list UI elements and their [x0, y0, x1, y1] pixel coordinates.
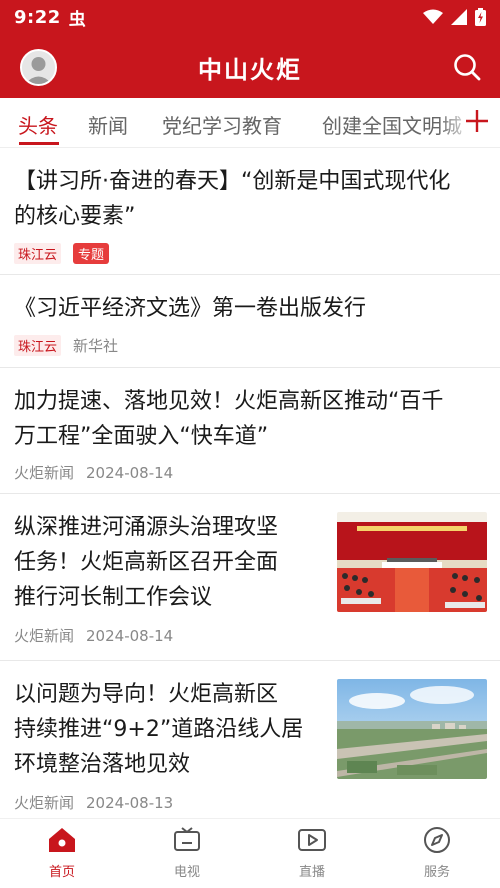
article-title: 以问题为导向！火炬高新区 持续推进“9+2”道路沿线人居 环境整治落地见效: [14, 677, 303, 782]
status-icons: [423, 8, 486, 26]
source-tag: 珠江云: [14, 243, 62, 264]
nav-label: 首页: [48, 865, 75, 880]
article-title-line: 【讲习所·奋进的春天】“创新是中国式现代化: [14, 169, 451, 194]
article-title-line: 以问题为导向！火炬高新区: [14, 682, 279, 707]
article-meta: 火炬新闻 2024-08-13: [14, 792, 173, 813]
channel-tabs: 头条 新闻 党纪学习教育 创建全国文明城: [0, 98, 500, 148]
nav-label: 服务: [423, 865, 450, 880]
article-title-line: 加力提速、落地见效！火炬高新区推动“百千: [14, 389, 444, 414]
aerial-road-photo[interactable]: [337, 679, 487, 779]
article-meta: 珠江云 新华社: [14, 335, 118, 356]
article-source: 火炬新闻: [14, 627, 75, 645]
battery-icon: [475, 8, 486, 26]
article-title: 《习近平经济文选》第一卷出版发行: [14, 291, 366, 326]
article-meta: 火炬新闻 2024-08-14: [14, 462, 173, 483]
article-title-line: 推行河长制工作会议: [14, 585, 213, 610]
article-title: 加力提速、落地见效！火炬高新区推动“百千 万工程”全面驶入“快车道”: [14, 384, 443, 454]
nav-label: 直播: [298, 865, 325, 880]
list-item[interactable]: 加力提速、落地见效！火炬高新区推动“百千 万工程”全面驶入“快车道” 火炬新闻 …: [0, 368, 500, 494]
conference-hall-photo[interactable]: [337, 512, 487, 612]
article-title: 【讲习所·奋进的春天】“创新是中国式现代化 的核心要素”: [14, 164, 450, 234]
tab-party-education[interactable]: 党纪学习教育: [162, 110, 282, 139]
list-item[interactable]: 以问题为导向！火炬高新区 持续推进“9+2”道路沿线人居 环境整治落地见效 火炬…: [0, 661, 500, 828]
nav-tv[interactable]: 电视: [147, 825, 227, 880]
article-title-line: 持续推进“9+2”道路沿线人居: [14, 717, 304, 742]
special-badge: 专题: [73, 243, 110, 264]
article-meta: 火炬新闻 2024-08-14: [14, 625, 173, 646]
nav-label: 电视: [173, 865, 200, 880]
article-title-line: 纵深推进河涌源头治理攻坚: [14, 515, 279, 540]
article-title-line: 万工程”全面驶入“快车道”: [14, 424, 269, 449]
nav-live[interactable]: 直播: [272, 825, 352, 880]
live-video-icon: [298, 829, 326, 851]
add-channel-icon[interactable]: [464, 108, 490, 134]
nav-home[interactable]: 首页: [22, 825, 102, 880]
tab-news[interactable]: 新闻: [88, 110, 128, 139]
article-title-line: 环境整治落地见效: [14, 752, 191, 777]
article-source: 火炬新闻: [14, 794, 75, 812]
home-icon: [49, 828, 75, 852]
search-icon[interactable]: [452, 52, 482, 82]
article-meta: 珠江云 专题: [14, 243, 110, 264]
tab-headlines[interactable]: 头条: [18, 110, 58, 139]
list-item[interactable]: 纵深推进河涌源头治理攻坚 任务！火炬高新区召开全面 推行河长制工作会议 火炬新闻…: [0, 494, 500, 661]
article-date: 2024-08-14: [86, 463, 174, 482]
bottom-navigation: 首页 电视 直播 服务: [0, 818, 500, 888]
active-tab-indicator: [19, 142, 59, 145]
app-header: 中山火炬: [0, 34, 500, 98]
wifi-icon: [423, 9, 443, 24]
nav-service[interactable]: 服务: [397, 825, 477, 880]
app-title: 中山火炬: [198, 56, 302, 84]
notification-glyph: 虫: [68, 9, 86, 30]
article-source: 火炬新闻: [14, 464, 75, 482]
article-publisher: 新华社: [73, 337, 119, 355]
article-title-line: 《习近平经济文选》第一卷出版发行: [14, 296, 367, 321]
list-item[interactable]: 【讲习所·奋进的春天】“创新是中国式现代化 的核心要素” 珠江云 专题: [0, 148, 500, 275]
compass-icon: [424, 827, 450, 853]
article-title-line: 任务！火炬高新区召开全面: [14, 550, 279, 575]
list-item[interactable]: 《习近平经济文选》第一卷出版发行 珠江云 新华社: [0, 275, 500, 368]
article-date: 2024-08-13: [86, 793, 174, 812]
tv-icon: [174, 827, 200, 851]
status-time: 9:22: [14, 6, 61, 28]
article-title: 纵深推进河涌源头治理攻坚 任务！火炬高新区召开全面 推行河长制工作会议: [14, 510, 278, 615]
article-date: 2024-08-14: [86, 626, 174, 645]
signal-icon: [451, 9, 467, 25]
article-title-line: 的核心要素”: [14, 204, 136, 229]
source-tag: 珠江云: [14, 335, 62, 356]
status-bar: 9:22 虫: [0, 0, 500, 34]
